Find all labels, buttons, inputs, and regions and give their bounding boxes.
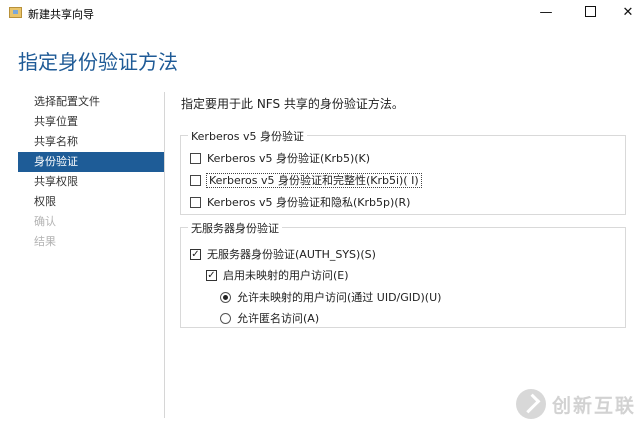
close-button[interactable]: ✕ — [606, 0, 644, 26]
maximize-icon — [584, 6, 596, 17]
krb5i-label: Kerberos v5 身份验证和完整性(Krb5i)( I) — [206, 173, 422, 188]
nav-item-share-name[interactable]: 共享名称 — [18, 132, 164, 152]
krb5i-checkbox[interactable] — [190, 174, 201, 186]
krb5-label: Kerberos v5 身份验证(Krb5)(K) — [207, 152, 371, 165]
minimize-button[interactable]: — — [524, 0, 568, 26]
krb5-checkbox[interactable] — [190, 152, 201, 164]
watermark-text: 创新互联 — [552, 394, 637, 417]
auth-sys-label: 无服务器身份验证(AUTH_SYS)(S) — [207, 248, 376, 261]
krb5p-option[interactable]: Kerberos v5 身份验证和隐私(Krb5p)(R) — [190, 195, 410, 210]
krb5p-checkbox[interactable] — [190, 196, 201, 208]
krb5-option[interactable]: Kerberos v5 身份验证(Krb5)(K) — [190, 151, 370, 166]
unmapped-access-checkbox[interactable]: ✓ — [206, 269, 217, 281]
instruction-text: 指定要用于此 NFS 共享的身份验证方法。 — [181, 97, 404, 111]
minimize-icon: — — [539, 5, 553, 20]
close-icon: ✕ — [622, 5, 634, 20]
unmapped-access-label: 启用未映射的用户访问(E) — [223, 269, 349, 282]
nav-item-share-permissions[interactable]: 共享权限 — [18, 172, 164, 192]
wizard-steps-nav: 选择配置文件 共享位置 共享名称 身份验证 共享权限 权限 确认 结果 — [18, 92, 164, 252]
wizard-app-icon — [9, 7, 22, 18]
anonymous-radio[interactable] — [220, 312, 231, 324]
nav-item-permissions[interactable]: 权限 — [18, 192, 164, 212]
krb5p-label: Kerberos v5 身份验证和隐私(Krb5p)(R) — [207, 196, 411, 209]
nav-divider — [164, 92, 165, 418]
nav-item-results: 结果 — [34, 235, 56, 248]
uid-gid-access-option[interactable]: 允许未映射的用户访问(通过 UID/GID)(U) — [220, 290, 441, 305]
no-server-auth-group-label: 无服务器身份验证 — [188, 220, 282, 236]
anonymous-access-option[interactable]: 允许匿名访问(A) — [220, 311, 319, 326]
auth-sys-option[interactable]: ✓ 无服务器身份验证(AUTH_SYS)(S) — [190, 247, 376, 262]
watermark-logo-icon — [516, 389, 546, 419]
anonymous-label: 允许匿名访问(A) — [237, 312, 320, 325]
window-title: 新建共享向导 — [28, 8, 94, 21]
kerberos-group-label: Kerberos v5 身份验证 — [188, 128, 307, 144]
watermark: 创新互联 — [516, 386, 636, 422]
unmapped-access-option[interactable]: ✓ 启用未映射的用户访问(E) — [206, 268, 349, 283]
title-bar: 新建共享向导 — ✕ — [0, 0, 644, 26]
page-title: 指定身份验证方法 — [18, 50, 178, 74]
nav-item-confirmation: 确认 — [34, 215, 56, 228]
auth-sys-checkbox[interactable]: ✓ — [190, 248, 201, 260]
krb5i-option[interactable]: Kerberos v5 身份验证和完整性(Krb5i)( I) — [190, 173, 422, 188]
uid-gid-radio[interactable] — [220, 291, 231, 303]
nav-item-share-location[interactable]: 共享位置 — [18, 112, 164, 132]
nav-item-select-profile[interactable]: 选择配置文件 — [18, 92, 164, 112]
nav-item-authentication[interactable]: 身份验证 — [18, 152, 164, 172]
uid-gid-label: 允许未映射的用户访问(通过 UID/GID)(U) — [237, 291, 442, 304]
